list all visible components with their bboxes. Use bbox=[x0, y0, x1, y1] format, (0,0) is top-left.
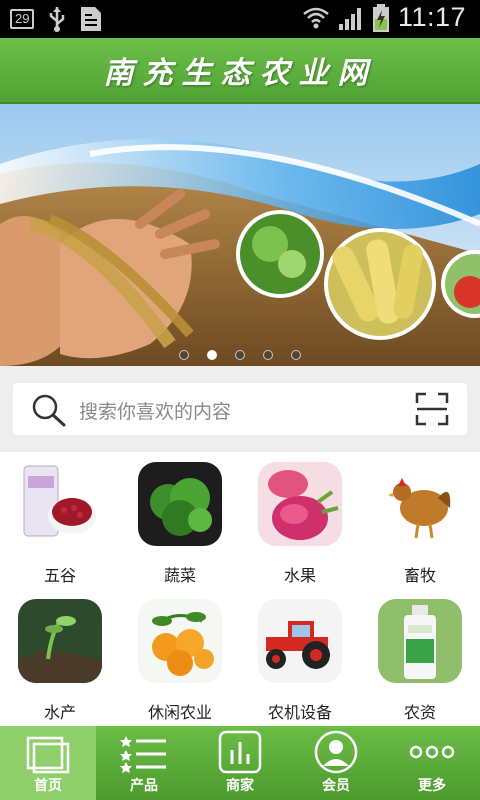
category-item-vegetable[interactable]: 蔬菜 bbox=[120, 452, 240, 589]
tab-label: 商家 bbox=[226, 778, 254, 794]
tractor-icon bbox=[258, 599, 342, 683]
scan-icon[interactable] bbox=[415, 392, 449, 426]
notification-badge: 29 bbox=[10, 9, 35, 29]
vegetable-icon bbox=[138, 462, 222, 546]
banner-image bbox=[0, 104, 480, 366]
category-label: 农资 bbox=[403, 703, 436, 722]
list-icon bbox=[120, 736, 166, 773]
carousel-indicator bbox=[0, 350, 480, 360]
aquatic-icon bbox=[18, 599, 102, 683]
tab-products[interactable]: 产品 bbox=[96, 726, 192, 800]
grain-icon bbox=[18, 462, 102, 546]
search-input[interactable]: 搜索你喜欢的内容 bbox=[13, 383, 467, 435]
tab-label: 首页 bbox=[34, 778, 62, 794]
more-dots-icon bbox=[409, 745, 455, 759]
category-item-leisure-agriculture[interactable]: 休闲农业 bbox=[120, 589, 240, 726]
tab-home[interactable]: 首页 bbox=[0, 726, 96, 800]
bottom-tab-bar: 首页 产品 商家 会员 更多 bbox=[0, 726, 480, 800]
tab-label: 更多 bbox=[418, 778, 446, 794]
search-section: 搜索你喜欢的内容 bbox=[0, 366, 480, 452]
home-icon bbox=[26, 736, 70, 774]
category-label: 水果 bbox=[283, 566, 316, 585]
category-label: 蔬菜 bbox=[163, 566, 196, 585]
usb-icon bbox=[50, 7, 65, 32]
signal-icon bbox=[338, 7, 361, 30]
category-label: 畜牧 bbox=[403, 566, 436, 585]
status-bar: 29 11:17 bbox=[0, 0, 480, 38]
category-item-aquatic[interactable]: 水产 bbox=[0, 589, 120, 726]
category-label: 休闲农业 bbox=[147, 703, 212, 722]
carousel-dot-active[interactable] bbox=[207, 350, 217, 360]
carousel-dot[interactable] bbox=[263, 350, 273, 360]
category-label: 水产 bbox=[43, 703, 76, 722]
tab-merchants[interactable]: 商家 bbox=[192, 726, 288, 800]
category-grid: 五谷 蔬菜 水果 畜牧 水产 休闲农业 农机设备 农资 bbox=[0, 452, 480, 726]
farm-supplies-icon bbox=[378, 599, 462, 683]
carousel-dot[interactable] bbox=[235, 350, 245, 360]
store-chart-icon bbox=[218, 730, 262, 774]
search-icon[interactable] bbox=[31, 393, 67, 427]
category-label: 五谷 bbox=[43, 566, 76, 585]
battery-charging-icon bbox=[372, 3, 389, 32]
tab-label: 会员 bbox=[322, 778, 350, 794]
category-item-grain[interactable]: 五谷 bbox=[0, 452, 120, 589]
search-placeholder: 搜索你喜欢的内容 bbox=[79, 401, 232, 423]
category-item-farm-machinery[interactable]: 农机设备 bbox=[240, 589, 360, 726]
tab-label: 产品 bbox=[130, 778, 158, 794]
leisure-agriculture-icon bbox=[138, 599, 222, 683]
livestock-icon bbox=[378, 462, 462, 546]
page-title: 南充生态农业网 bbox=[103, 56, 377, 91]
document-icon bbox=[81, 7, 102, 31]
tab-more[interactable]: 更多 bbox=[384, 726, 480, 800]
carousel-dot[interactable] bbox=[179, 350, 189, 360]
category-item-fruit[interactable]: 水果 bbox=[240, 452, 360, 589]
app-header: 南充生态农业网 bbox=[0, 38, 480, 104]
tab-members[interactable]: 会员 bbox=[288, 726, 384, 800]
category-label: 农机设备 bbox=[267, 703, 332, 722]
category-item-farm-supplies[interactable]: 农资 bbox=[360, 589, 480, 726]
fruit-icon bbox=[258, 462, 342, 546]
member-icon bbox=[314, 730, 358, 774]
clock: 11:17 bbox=[397, 2, 466, 32]
wifi-icon bbox=[303, 7, 329, 28]
category-item-livestock[interactable]: 畜牧 bbox=[360, 452, 480, 589]
banner-carousel[interactable] bbox=[0, 104, 480, 366]
carousel-dot[interactable] bbox=[291, 350, 301, 360]
